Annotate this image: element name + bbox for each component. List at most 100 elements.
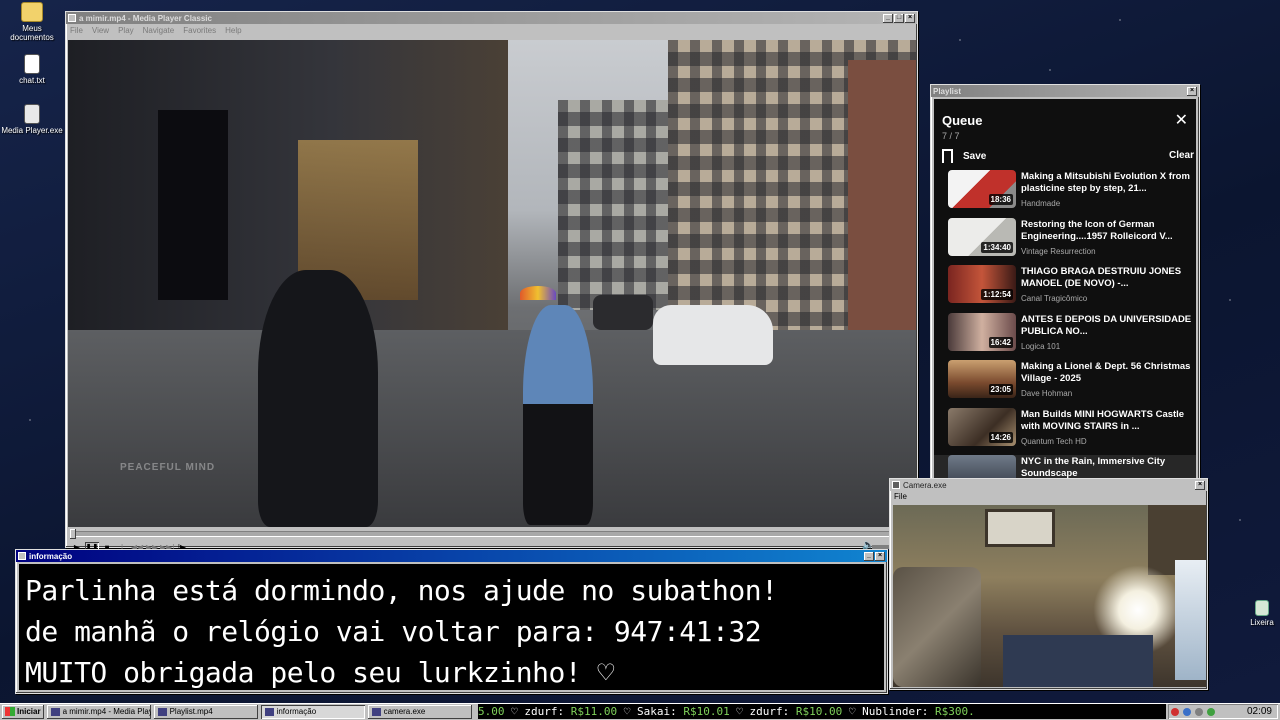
seek-thumb[interactable]	[70, 529, 76, 539]
video-thumbnail: 16:42	[948, 312, 1016, 351]
info-line: Parlinha está dormindo, nos ajude no sub…	[25, 574, 778, 607]
queue-item[interactable]: NYC in the Rain, Immersive City Soundsca…	[934, 455, 1196, 479]
close-button[interactable]: ×	[905, 13, 915, 23]
video-title: ANTES E DEPOIS DA UNIVERSIDADE PUBLICA N…	[1021, 313, 1192, 337]
task-button-playlist[interactable]: Playlist.mp4	[154, 705, 258, 719]
task-label: a mimir.mp4 - Media Playe...	[62, 707, 151, 716]
donation-ticker: 5.00 ♡ zdurf: R$11.00 ♡ Sakai: R$10.01 ♡…	[478, 704, 1166, 719]
duration-badge: 1:12:54	[981, 289, 1013, 300]
task-label: informação	[276, 707, 317, 716]
window-icon	[264, 707, 274, 716]
camera-desk	[1003, 635, 1153, 687]
video-building-far-right	[848, 60, 916, 340]
save-button[interactable]: Save	[942, 149, 986, 167]
video-thumbnail: 14:26	[948, 407, 1016, 446]
info-titlebar[interactable]: informação _ ×	[16, 550, 887, 562]
ticker-text: ♡ Sakai:	[617, 705, 684, 718]
window-title: Camera.exe	[903, 480, 947, 490]
video-building-center	[558, 100, 668, 310]
video-thumbnail: 18:36	[948, 170, 1016, 208]
video-thumbnail: 1:12:54	[948, 265, 1016, 303]
camera-window-frame	[985, 509, 1055, 547]
text-file-icon	[24, 54, 40, 74]
queue-list: 18:36 Making a Mitsubishi Evolution X fr…	[934, 170, 1196, 479]
task-button-camera[interactable]: camera.exe	[368, 705, 472, 719]
maximize-button[interactable]: □	[894, 13, 904, 23]
desktop-icon-documents[interactable]: Meus documentos	[0, 2, 64, 42]
ticker-text: ♡ zdurf:	[729, 705, 796, 718]
menu-file[interactable]: File	[894, 492, 907, 501]
video-person-blue-jacket	[523, 305, 593, 525]
media-player-titlebar[interactable]: a mimir.mp4 - Media Player Classic _ □ ×	[66, 12, 917, 24]
minimize-button[interactable]: _	[864, 551, 874, 561]
channel-name: Canal Tragicômico	[1021, 294, 1088, 303]
record-icon[interactable]	[1171, 707, 1179, 716]
ticker-amount: 5.00	[478, 705, 505, 718]
info-window: informação _ × Parlinha está dormindo, n…	[15, 549, 888, 694]
bookmark-icon	[942, 149, 953, 167]
volume-icon[interactable]	[1195, 707, 1203, 716]
duration-badge: 23:05	[988, 384, 1013, 395]
channel-name: Dave Hohman	[1021, 389, 1073, 398]
task-button-info[interactable]: informação	[260, 704, 365, 719]
video-title: THIAGO BRAGA DESTRUIU JONES MANOEL (DE N…	[1021, 266, 1182, 289]
desktop-icon-recycle-bin[interactable]: Lixeira	[1230, 600, 1280, 627]
queue-item[interactable]: 16:42 ANTES E DEPOIS DA UNIVERSIDADE PUB…	[948, 312, 1196, 361]
menu-bar: File View Play Navigate Favorites Help	[66, 24, 917, 36]
playlist-window: Playlist × Queue 7 / 7 ✕ Save Clear 18:3…	[930, 84, 1200, 482]
channel-name: Handmade	[1021, 199, 1061, 208]
video-car-dark	[593, 295, 653, 330]
desktop-icon-media-player[interactable]: Media Player.exe	[0, 104, 64, 135]
desktop-icon-label: chat.txt	[19, 76, 45, 85]
media-player-icon	[24, 104, 40, 124]
info-content: Parlinha está dormindo, nos ajude no sub…	[19, 564, 884, 690]
close-icon[interactable]: ✕	[1175, 113, 1188, 129]
video-umbrella	[520, 286, 556, 300]
status-icon[interactable]	[1207, 707, 1215, 716]
menu-favorites[interactable]: Favorites	[183, 26, 216, 35]
queue-panel: Queue 7 / 7 ✕ Save Clear 18:36 Making a …	[934, 99, 1196, 479]
video-person-left	[258, 270, 378, 527]
info-line: MUITO obrigada pelo seu lurkzinho! ♡	[25, 656, 614, 689]
media-player-icon	[50, 707, 60, 716]
close-button[interactable]: ×	[1187, 86, 1197, 96]
queue-item[interactable]: 18:36 Making a Mitsubishi Evolution X fr…	[948, 170, 1196, 218]
desktop-icon-label: Media Player.exe	[1, 126, 63, 135]
playlist-titlebar[interactable]: Playlist ×	[931, 85, 1199, 97]
minimize-button[interactable]: _	[883, 13, 893, 23]
info-line: de manhã o relógio vai voltar para: 947:…	[25, 615, 762, 648]
seek-bar[interactable]	[70, 529, 914, 539]
duration-badge: 18:36	[988, 194, 1013, 205]
media-player-icon	[68, 14, 76, 22]
menu-help[interactable]: Help	[225, 26, 241, 35]
task-button-media-player[interactable]: a mimir.mp4 - Media Playe...	[47, 705, 151, 719]
camera-titlebar[interactable]: Camera.exe ×	[890, 479, 1207, 491]
channel-name: Vintage Resurrection	[1021, 246, 1096, 256]
desktop-icon-chat[interactable]: chat.txt	[0, 54, 64, 85]
queue-item[interactable]: 1:34:40 Restoring the Icon of German Eng…	[948, 217, 1196, 266]
close-button[interactable]: ×	[875, 551, 885, 561]
queue-item[interactable]: 14:26 Man Builds MINI HOGWARTS Castle wi…	[948, 407, 1196, 456]
channel-name: Quantum Tech HD	[1021, 436, 1087, 446]
start-label: Iniciar	[17, 707, 41, 716]
clear-button[interactable]: Clear	[1169, 150, 1194, 161]
queue-item[interactable]: 23:05 Making a Lionel & Dept. 56 Christm…	[948, 360, 1196, 408]
close-button[interactable]: ×	[1195, 480, 1205, 490]
channel-name: Logica 101	[1021, 341, 1061, 351]
network-icon[interactable]	[1183, 707, 1191, 716]
queue-item[interactable]: 1:12:54 THIAGO BRAGA DESTRUIU JONES MANO…	[948, 265, 1196, 313]
video-title: Making a Mitsubishi Evolution X from pla…	[1021, 171, 1190, 194]
taskbar: Iniciar a mimir.mp4 - Media Playe... Pla…	[0, 703, 1280, 720]
camera-icon	[371, 707, 381, 716]
start-button[interactable]: Iniciar	[2, 705, 44, 719]
ticker-amount: R$10.00	[795, 705, 843, 718]
task-label: Playlist.mp4	[169, 707, 213, 716]
video-title: NYC in the Rain, Immersive City Soundsca…	[1021, 456, 1166, 479]
menu-navigate[interactable]: Navigate	[143, 26, 175, 35]
duration-badge: 16:42	[988, 336, 1013, 348]
menu-play[interactable]: Play	[118, 26, 134, 35]
menu-view[interactable]: View	[92, 26, 109, 35]
window-title: informação	[29, 551, 73, 561]
video-frame[interactable]: PEACEFUL MIND	[68, 40, 916, 527]
menu-file[interactable]: File	[70, 26, 83, 35]
